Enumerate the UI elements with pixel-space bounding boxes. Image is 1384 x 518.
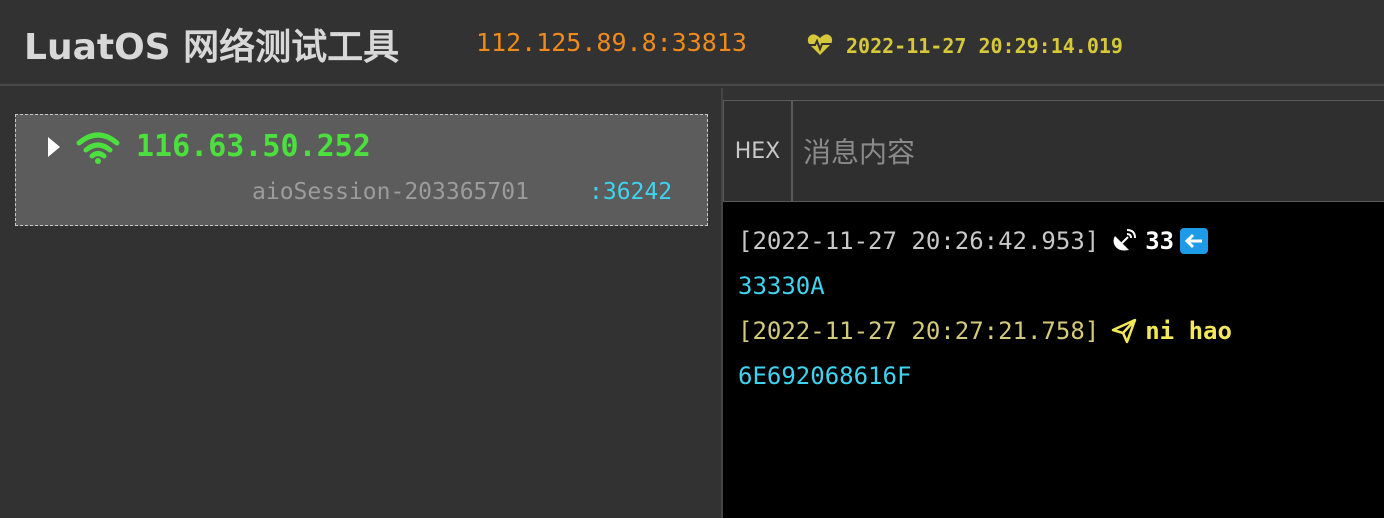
- heart-pulse-icon: [807, 34, 833, 55]
- paper-plane-icon: [1111, 318, 1137, 343]
- log-hex: 6E692068616F: [738, 361, 912, 390]
- client-list-panel: 116.63.50.252 aioSession-203365701 :3624…: [0, 88, 722, 518]
- client-ip: 116.63.50.252: [136, 129, 371, 164]
- wifi-icon: [76, 132, 120, 164]
- app-title: LuatOS 网络测试工具: [24, 27, 400, 68]
- message-log: [2022-11-27 20:26:42.953] 33 33330A [202…: [738, 218, 1378, 398]
- client-item[interactable]: 116.63.50.252 aioSession-203365701 :3624…: [15, 114, 708, 226]
- server-address: 112.125.89.8:33813: [476, 28, 747, 57]
- log-timestamp: [2022-11-27 20:26:42.953]: [738, 226, 1100, 255]
- log-entry-received: [2022-11-27 20:26:42.953] 33: [738, 218, 1378, 263]
- composer-bar: HEX: [723, 100, 1384, 202]
- hex-toggle-button[interactable]: HEX: [723, 101, 793, 202]
- heartbeat-time: 2022-11-27 20:29:14.019: [846, 34, 1123, 58]
- expand-arrow-icon[interactable]: [48, 137, 60, 157]
- log-payload: 33: [1145, 226, 1175, 255]
- log-payload: ni hao: [1145, 316, 1232, 345]
- message-input[interactable]: [803, 121, 1363, 183]
- client-port: :36242: [589, 179, 673, 205]
- log-entry-sent: [2022-11-27 20:27:21.758] ni hao: [738, 308, 1378, 353]
- app-header: LuatOS 网络测试工具 112.125.89.8:33813 2022-11…: [0, 0, 1384, 86]
- message-panel: HEX [2022-11-27 20:26:42.953] 33 33330A …: [723, 100, 1384, 518]
- log-timestamp: [2022-11-27 20:27:21.758]: [738, 316, 1100, 345]
- log-hex: 33330A: [738, 271, 825, 300]
- session-id: aioSession-203365701: [252, 179, 529, 205]
- arrow-left-icon: [1180, 227, 1209, 254]
- satellite-dish-icon: [1113, 228, 1137, 250]
